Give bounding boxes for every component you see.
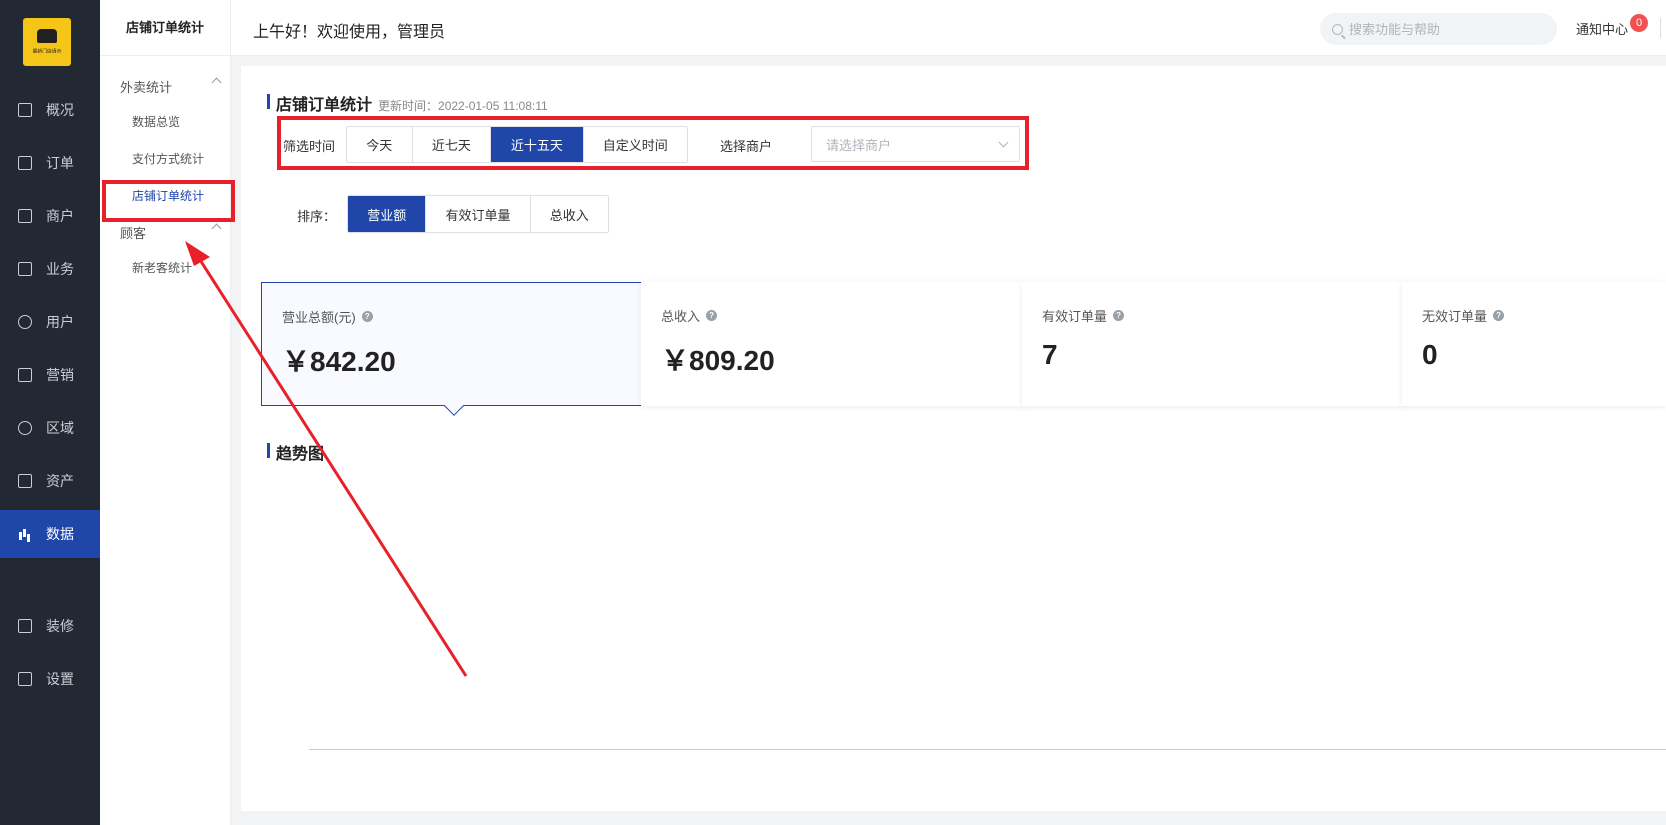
settings-icon: [18, 672, 32, 686]
stat-label-text: 无效订单量: [1422, 309, 1488, 324]
sub-link-payment-stats[interactable]: 支付方式统计: [104, 144, 226, 174]
page-title: 店铺订单统计 更新时间：2022-01-05 11:08:11: [267, 91, 548, 115]
sub-sidebar-title: 店铺订单统计: [100, 0, 230, 56]
sort-option-revenue[interactable]: 营业额: [348, 196, 427, 232]
time-option-15days[interactable]: 近十五天: [491, 127, 584, 162]
stat-card-revenue[interactable]: 营业总额(元)? ￥842.20: [261, 282, 644, 406]
trend-chart: [309, 536, 1666, 796]
logo-mark-icon: [37, 29, 57, 43]
sub-link-data-overview[interactable]: 数据总览: [104, 107, 226, 137]
search-box[interactable]: [1320, 13, 1557, 45]
stat-label-text: 总收入: [661, 309, 701, 324]
stat-card-label: 有效订单量?: [1042, 306, 1385, 325]
time-option-today[interactable]: 今天: [347, 127, 413, 162]
group-label: 顾客: [120, 226, 147, 241]
group-customers[interactable]: 顾客: [120, 223, 222, 242]
annotation-highlight-box: [102, 180, 235, 222]
merchant-select-label: 选择商户: [720, 139, 773, 154]
app-logo[interactable]: 最新门店请示: [23, 18, 71, 66]
merchant-icon: [18, 209, 32, 223]
group-takeout-stats[interactable]: 外卖统计: [120, 77, 222, 96]
rail-item-label: 数据: [46, 526, 74, 542]
search-icon: [1332, 23, 1343, 35]
decorate-icon: [18, 619, 32, 633]
rail-item-data[interactable]: 数据: [0, 510, 100, 558]
stat-card-total-income[interactable]: 总收入? ￥809.20: [641, 282, 1024, 406]
help-icon[interactable]: ?: [706, 310, 718, 321]
stat-card-valid-orders[interactable]: 有效订单量? 7: [1022, 282, 1405, 406]
stat-card-value: 7: [1042, 339, 1058, 370]
business-icon: [18, 262, 32, 276]
main-nav-rail: 最新门店请示 概况 订单 商户 业务 用户 营销 区域 资产 数据 装修 设置: [0, 0, 100, 825]
greeting-text: 上午好！欢迎使用，管理员: [253, 24, 446, 41]
help-icon[interactable]: ?: [1113, 310, 1125, 321]
user-icon: [18, 315, 32, 329]
logo-text: 最新门店请示: [32, 49, 62, 55]
stat-card-invalid-orders[interactable]: 无效订单量? 0: [1402, 282, 1666, 406]
chevron-down-icon: [998, 137, 1009, 148]
rail-item-business[interactable]: 业务: [0, 245, 100, 293]
rail-item-marketing[interactable]: 营销: [0, 351, 100, 399]
stat-label-text: 有效订单量: [1042, 309, 1108, 324]
sort-option-total-income[interactable]: 总收入: [530, 196, 608, 232]
chart-x-axis: [309, 749, 1666, 750]
sub-sidebar: 店铺订单统计 外卖统计 数据总览 支付方式统计 店铺订单统计 顾客 新老客统计: [100, 0, 231, 825]
rail-item-label: 用户: [46, 314, 74, 330]
rail-item-label: 订单: [46, 155, 74, 171]
rail-item-label: 概况: [46, 102, 74, 118]
rail-item-region[interactable]: 区域: [0, 404, 100, 452]
help-icon[interactable]: ?: [1493, 310, 1505, 321]
time-option-7days[interactable]: 近七天: [412, 127, 492, 162]
notification-count-badge: 0: [1630, 14, 1648, 32]
filter-time-label: 筛选时间: [283, 139, 336, 154]
rail-item-label: 区域: [46, 420, 74, 436]
rail-item-label: 业务: [46, 261, 74, 277]
rail-item-users[interactable]: 用户: [0, 298, 100, 346]
order-icon: [18, 156, 32, 170]
dashboard-icon: [18, 103, 32, 117]
merchant-select[interactable]: 请选择商户: [811, 126, 1020, 162]
stat-card-value: 0: [1422, 339, 1438, 370]
stat-card-label: 总收入?: [661, 306, 1004, 325]
search-input[interactable]: [1349, 21, 1539, 37]
sort-option-valid-orders[interactable]: 有效订单量: [426, 196, 531, 232]
rail-item-label: 营销: [46, 367, 74, 383]
time-option-custom[interactable]: 自定义时间: [583, 127, 687, 162]
rail-item-settings[interactable]: 设置: [0, 655, 100, 703]
stat-card-value: ￥809.20: [661, 345, 775, 376]
sub-link-new-old-customers[interactable]: 新老客统计: [104, 253, 226, 283]
notification-center-link[interactable]: 通知中心: [1576, 19, 1628, 38]
top-bar: 上午好！欢迎使用，管理员 通知中心 0: [231, 0, 1666, 56]
stat-card-label: 营业总额(元)?: [282, 307, 623, 326]
rail-item-label: 资产: [46, 473, 74, 489]
merchant-select-placeholder: 请选择商户: [826, 137, 892, 153]
sort-label: 排序：: [297, 209, 337, 224]
bar-chart-icon: [18, 527, 32, 541]
chevron-up-icon: [211, 77, 222, 88]
trend-chart-title: 趋势图: [267, 440, 324, 464]
main-panel: 店铺订单统计 更新时间：2022-01-05 11:08:11 筛选时间 今天 近…: [241, 66, 1666, 811]
group-label: 外卖统计: [120, 80, 173, 95]
update-time: 更新时间：2022-01-05 11:08:11: [378, 99, 548, 113]
help-icon[interactable]: ?: [361, 311, 373, 322]
rail-item-overview[interactable]: 概况: [0, 86, 100, 134]
chevron-up-icon: [211, 223, 222, 234]
asset-icon: [18, 474, 32, 488]
rail-item-assets[interactable]: 资产: [0, 457, 100, 505]
stat-label-text: 营业总额(元): [282, 310, 356, 325]
rail-item-orders[interactable]: 订单: [0, 139, 100, 187]
marketing-icon: [18, 368, 32, 382]
sort-selector: 营业额 有效订单量 总收入: [347, 195, 609, 233]
stat-card-value: ￥842.20: [282, 346, 396, 377]
rail-item-merchants[interactable]: 商户: [0, 192, 100, 240]
time-range-selector: 今天 近七天 近十五天 自定义时间: [346, 126, 688, 163]
rail-item-label: 装修: [46, 618, 74, 634]
rail-item-label: 设置: [46, 671, 74, 687]
rail-item-decorate[interactable]: 装修: [0, 602, 100, 650]
rail-item-label: 商户: [46, 208, 74, 224]
page-title-text: 店铺订单统计: [276, 97, 373, 114]
divider: [1660, 18, 1661, 38]
stat-card-label: 无效订单量?: [1422, 306, 1646, 325]
region-icon: [18, 421, 32, 435]
